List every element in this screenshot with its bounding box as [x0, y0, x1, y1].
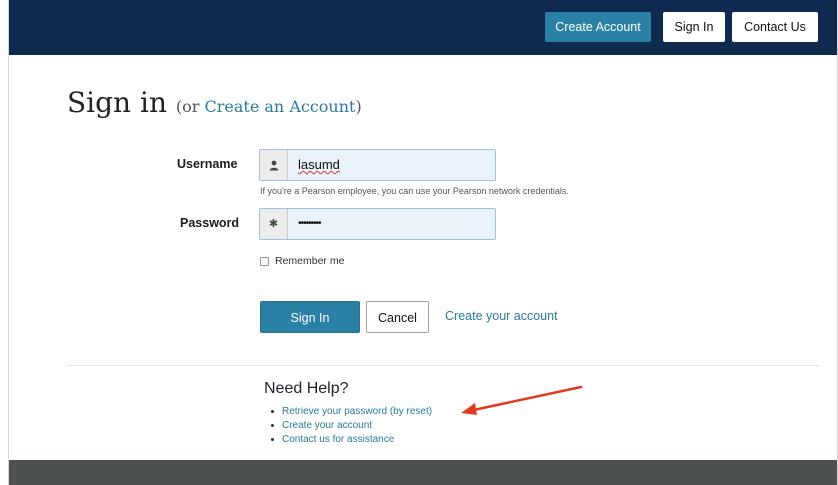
page-frame: Create Account Sign In Contact Us Sign i… — [8, 0, 838, 485]
asterisk-icon: ✱ — [260, 209, 288, 239]
password-value: ••••••••• — [298, 218, 321, 229]
username-label: Username — [177, 157, 238, 171]
user-icon — [260, 150, 288, 180]
top-navigation-bar: Create Account Sign In Contact Us — [9, 0, 837, 55]
contact-us-button[interactable]: Contact Us — [732, 12, 818, 42]
help-link-label[interactable]: Contact us for assistance — [282, 434, 394, 445]
username-value: lasumd — [298, 157, 340, 172]
title-close-paren: ) — [355, 97, 362, 116]
sign-in-button[interactable]: Sign In — [260, 301, 360, 333]
cancel-button[interactable]: Cancel — [366, 301, 429, 333]
page-footer — [9, 460, 837, 485]
help-links-list: Retrieve your password (by reset) Create… — [265, 405, 432, 447]
username-field[interactable]: lasumd — [259, 149, 496, 181]
sign-in-nav-button[interactable]: Sign In — [663, 12, 725, 42]
section-divider — [67, 365, 819, 366]
help-item-retrieve-password[interactable]: Retrieve your password (by reset) — [265, 405, 432, 419]
remember-me[interactable]: Remember me — [260, 255, 344, 267]
remember-me-checkbox[interactable] — [260, 256, 269, 266]
create-account-button[interactable]: Create Account — [545, 12, 651, 42]
page-title: Sign in (or Create an Account) — [67, 86, 362, 119]
page-title-subtext: (or Create an Account) — [176, 97, 362, 116]
annotation-arrow-icon — [461, 385, 583, 415]
help-item-create-account[interactable]: Create your account — [265, 419, 432, 433]
remember-me-label: Remember me — [275, 255, 345, 267]
bullet-icon — [271, 409, 274, 413]
password-label: Password — [180, 216, 240, 230]
help-item-contact-us[interactable]: Contact us for assistance — [265, 433, 432, 447]
create-your-account-link[interactable]: Create your account — [445, 309, 558, 323]
bullet-icon — [271, 423, 274, 427]
page-title-main: Sign in — [67, 86, 167, 119]
create-an-account-link[interactable]: Create an Account — [205, 97, 356, 116]
title-open-paren: (or — [175, 97, 205, 116]
need-help-heading: Need Help? — [264, 380, 349, 397]
help-link-label[interactable]: Retrieve your password (by reset) — [282, 406, 432, 417]
bullet-icon — [271, 437, 274, 441]
help-link-label[interactable]: Create your account — [282, 420, 372, 431]
password-field[interactable]: ✱ ••••••••• — [259, 208, 496, 240]
username-hint: If you're a Pearson employee, you can us… — [260, 186, 569, 196]
